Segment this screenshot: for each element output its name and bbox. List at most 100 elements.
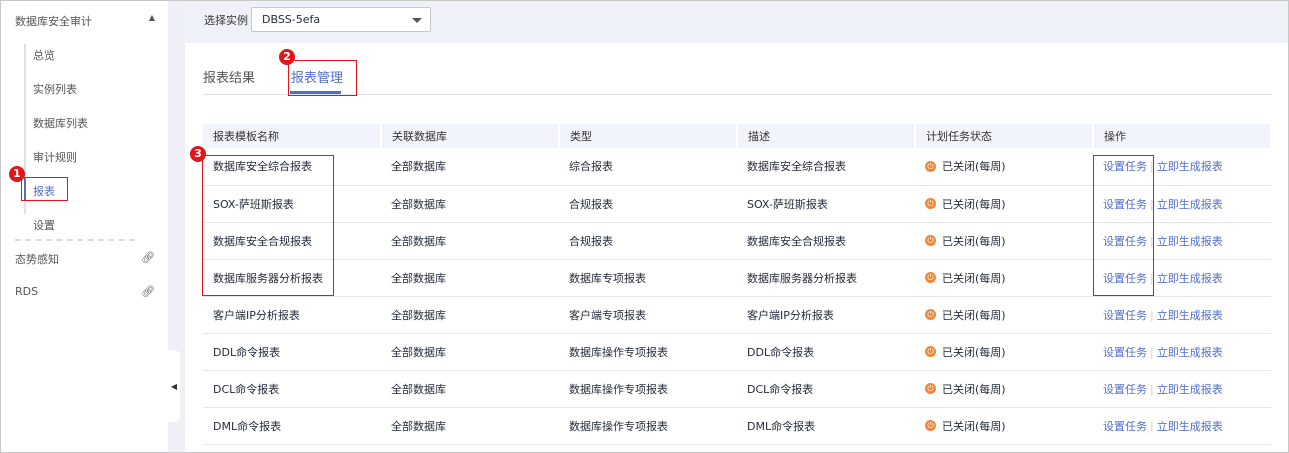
col-header: 操作 xyxy=(1093,124,1272,148)
chevron-left-icon: ◀ xyxy=(170,381,178,391)
power-icon: ⏻ xyxy=(925,383,936,394)
step-badge-1: 1 xyxy=(9,166,25,182)
generate-report-link[interactable]: 立即生成报表 xyxy=(1157,420,1223,433)
cell: DDL命令报表 xyxy=(203,333,381,371)
highlight-box-4 xyxy=(1093,155,1154,296)
cell: 综合报表 xyxy=(559,148,737,186)
cell: 数据库安全合规报表 xyxy=(737,222,915,260)
status-cell: ⏻ 已关闭(每周) xyxy=(915,296,1093,334)
status-text: 已关闭(每周) xyxy=(942,308,1006,322)
set-task-link[interactable]: 设置任务 xyxy=(1103,420,1147,433)
separator: | xyxy=(1150,345,1154,359)
power-icon: ⏻ xyxy=(925,346,936,357)
set-task-link[interactable]: 设置任务 xyxy=(1103,309,1147,322)
cell: 数据库操作专项报表 xyxy=(559,333,737,371)
generate-report-link[interactable]: 立即生成报表 xyxy=(1157,235,1223,248)
power-icon: ⏻ xyxy=(925,420,936,431)
status-cell: ⏻ 已关闭(每周) xyxy=(915,185,1093,223)
generate-report-link[interactable]: 立即生成报表 xyxy=(1157,198,1223,211)
sidebar-link-situation[interactable]: 态势感知 🔗︎ xyxy=(15,251,155,267)
generate-report-link[interactable]: 立即生成报表 xyxy=(1157,160,1223,173)
generate-report-link[interactable]: 立即生成报表 xyxy=(1157,346,1223,359)
sidebar-title: 数据库安全审计 xyxy=(15,15,92,28)
set-task-link[interactable]: 设置任务 xyxy=(1103,346,1147,359)
status-cell: ⏻ 已关闭(每周) xyxy=(915,370,1093,408)
status-text: 已关闭(每周) xyxy=(942,234,1006,248)
highlight-box-2 xyxy=(288,60,357,96)
col-header: 报表模板名称 xyxy=(203,124,382,148)
cell: 合规报表 xyxy=(559,185,737,223)
actions-cell: 设置任务 | 立即生成报表 xyxy=(1093,296,1271,334)
tabs: 报表结果 报表管理 xyxy=(203,60,1272,95)
status-text: 已关闭(每周) xyxy=(942,271,1006,285)
cell: DCL命令报表 xyxy=(203,370,381,408)
step-badge-3: 3 xyxy=(190,146,206,162)
status-text: 已关闭(每周) xyxy=(942,345,1006,359)
cell: DCL命令报表 xyxy=(737,370,915,408)
cell: 全部数据库 xyxy=(381,185,559,223)
power-icon: ⏻ xyxy=(925,272,936,283)
cell: DML命令报表 xyxy=(203,407,381,445)
table-row: DML命令报表 全部数据库 数据库操作专项报表 DML命令报表 ⏻ 已关闭(每周) 设置任务… xyxy=(203,407,1271,445)
status-text: 已关闭(每周) xyxy=(942,197,1006,211)
cell: 全部数据库 xyxy=(381,222,559,260)
cell: 数据库操作专项报表 xyxy=(559,370,737,408)
col-header: 描述 xyxy=(737,124,916,148)
link-label: 态势感知 xyxy=(15,253,59,266)
sidebar-divider xyxy=(15,239,135,241)
cell: 客户端IP分析报表 xyxy=(203,296,381,334)
instance-select[interactable]: DBSS-5efa xyxy=(251,7,431,32)
sidebar-group-header[interactable]: 数据库安全审计 ▲ xyxy=(15,13,155,29)
sidebar-link-rds[interactable]: RDS 🔗︎ xyxy=(15,285,155,298)
collapse-sidebar-button[interactable]: ◀ xyxy=(168,350,180,422)
sidebar-item-settings[interactable]: 设置 xyxy=(33,217,55,233)
sidebar-item-overview[interactable]: 总览 xyxy=(33,47,55,63)
instance-label: 选择实例 xyxy=(204,14,248,27)
generate-report-link[interactable]: 立即生成报表 xyxy=(1157,309,1223,322)
link-label: RDS xyxy=(15,285,39,298)
status-text: 已关闭(每周) xyxy=(942,160,1006,174)
highlight-box-1 xyxy=(21,177,68,201)
col-header: 计划任务状态 xyxy=(915,124,1094,148)
instance-value: DBSS-5efa xyxy=(262,13,321,26)
power-icon: ⏻ xyxy=(925,309,936,320)
sidebar-item-instances[interactable]: 实例列表 xyxy=(33,81,77,97)
cell: 全部数据库 xyxy=(381,259,559,297)
cell: 数据库安全综合报表 xyxy=(737,148,915,186)
status-text: 已关闭(每周) xyxy=(942,382,1006,396)
cell: 合规报表 xyxy=(559,222,737,260)
actions-cell: 设置任务 | 立即生成报表 xyxy=(1093,370,1271,408)
table-row: DDL命令报表 全部数据库 数据库操作专项报表 DDL命令报表 ⏻ 已关闭(每周) 设置任务… xyxy=(203,333,1271,371)
status-text: 已关闭(每周) xyxy=(942,419,1006,433)
separator: | xyxy=(1150,382,1154,396)
step-badge-2: 2 xyxy=(279,49,295,65)
col-header: 类型 xyxy=(559,124,738,148)
table-row: DCL命令报表 全部数据库 数据库操作专项报表 DCL命令报表 ⏻ 已关闭(每周) 设置任务… xyxy=(203,370,1271,408)
highlight-box-3 xyxy=(202,155,334,296)
cell: 全部数据库 xyxy=(381,370,559,408)
power-icon: ⏻ xyxy=(925,160,936,172)
sidebar-item-databases[interactable]: 数据库列表 xyxy=(33,115,88,131)
status-cell: ⏻ 已关闭(每周) xyxy=(915,407,1093,445)
power-icon: ⏻ xyxy=(925,235,936,246)
actions-cell: 设置任务 | 立即生成报表 xyxy=(1093,407,1271,445)
cell: 数据库服务器分析报表 xyxy=(737,259,915,297)
cell: 数据库专项报表 xyxy=(559,259,737,297)
cell: 全部数据库 xyxy=(381,296,559,334)
generate-report-link[interactable]: 立即生成报表 xyxy=(1157,383,1223,396)
cell: SOX-萨班斯报表 xyxy=(737,185,915,223)
tab-report-results[interactable]: 报表结果 xyxy=(203,67,255,86)
separator: | xyxy=(1150,419,1154,433)
generate-report-link[interactable]: 立即生成报表 xyxy=(1157,272,1223,285)
sidebar-item-audit-rules[interactable]: 审计规则 xyxy=(33,149,77,165)
cell: 客户端专项报表 xyxy=(559,296,737,334)
sidebar: 数据库安全审计 ▲ 总览 实例列表 数据库列表 审计规则 报表 设置 态势感知 🔗︎… xyxy=(0,0,168,453)
power-icon: ⏻ xyxy=(925,198,936,209)
status-cell: ⏻ 已关闭(每周) xyxy=(915,222,1093,260)
set-task-link[interactable]: 设置任务 xyxy=(1103,383,1147,396)
cell: 数据库操作专项报表 xyxy=(559,407,737,445)
status-cell: ⏻ 已关闭(每周) xyxy=(915,259,1093,297)
collapse-up-icon: ▲ xyxy=(148,13,155,22)
link-icon: 🔗︎ xyxy=(141,285,155,298)
status-cell: ⏻ 已关闭(每周) xyxy=(915,148,1093,186)
